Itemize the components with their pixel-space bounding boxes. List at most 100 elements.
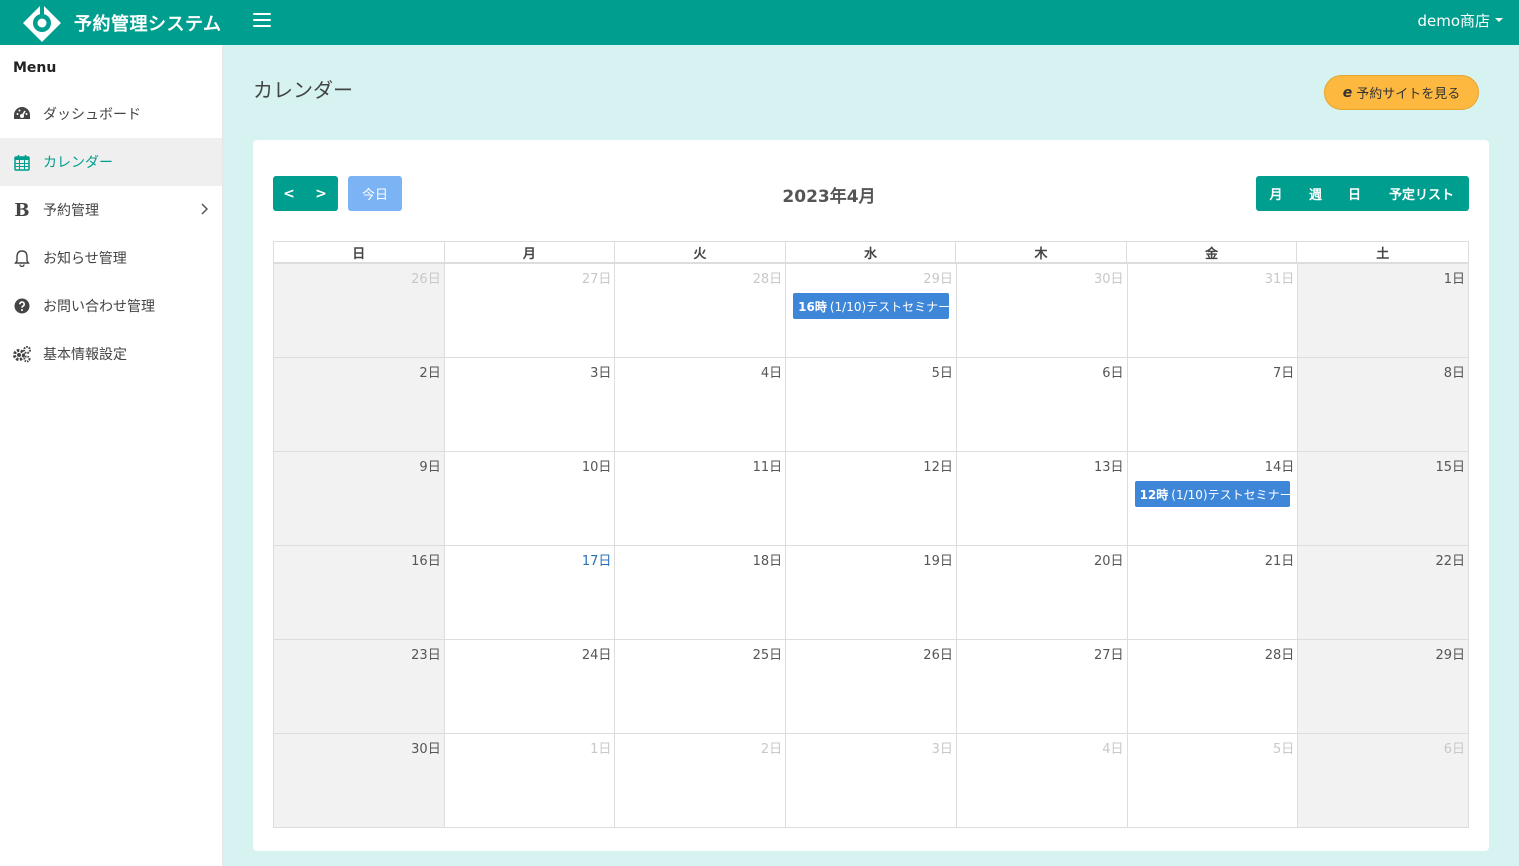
day-number[interactable]: 5日 xyxy=(1273,738,1294,757)
day-number[interactable]: 18日 xyxy=(753,550,783,569)
calendar-day-cell[interactable]: 19日 xyxy=(786,546,957,640)
day-number[interactable]: 26日 xyxy=(923,644,953,663)
calendar-day-cell[interactable]: 22日 xyxy=(1298,546,1469,640)
menu-toggle-icon[interactable] xyxy=(253,13,271,27)
day-number[interactable]: 3日 xyxy=(932,738,953,757)
calendar-day-cell[interactable]: 26日 xyxy=(786,640,957,734)
view-month-button[interactable]: 月 xyxy=(1256,176,1296,211)
view-week-button[interactable]: 週 xyxy=(1296,176,1335,211)
day-number[interactable]: 21日 xyxy=(1265,550,1295,569)
day-number[interactable]: 30日 xyxy=(1094,268,1124,287)
user-menu[interactable]: demo商店 xyxy=(1417,0,1503,40)
day-number[interactable]: 15日 xyxy=(1435,456,1465,475)
calendar-event[interactable]: 16時 (1/10)テストセミナー xyxy=(793,293,949,319)
calendar-day-cell[interactable]: 28日 xyxy=(615,264,787,358)
day-number[interactable]: 3日 xyxy=(590,362,611,381)
day-number[interactable]: 6日 xyxy=(1102,362,1123,381)
brand[interactable]: 予約管理システム xyxy=(22,0,221,45)
day-number[interactable]: 26日 xyxy=(411,268,441,287)
calendar-day-cell[interactable]: 3日 xyxy=(444,358,616,452)
calendar-event[interactable]: 12時 (1/10)テストセミナー xyxy=(1134,481,1291,507)
day-number[interactable]: 2日 xyxy=(419,362,440,381)
calendar-day-cell[interactable]: 29日 xyxy=(1298,640,1469,734)
sidebar-item-dashboard[interactable]: ダッシュボード xyxy=(0,90,222,138)
calendar-day-cell[interactable]: 29日 16時 (1/10)テストセミナー xyxy=(786,264,957,358)
day-number[interactable]: 11日 xyxy=(753,456,783,475)
view-day-button[interactable]: 日 xyxy=(1335,176,1374,211)
day-number[interactable]: 24日 xyxy=(582,644,612,663)
calendar-day-cell[interactable]: 31日 xyxy=(1127,264,1299,358)
day-number[interactable]: 27日 xyxy=(582,268,612,287)
calendar-day-cell[interactable]: 4日 xyxy=(615,358,787,452)
day-number[interactable]: 28日 xyxy=(1265,644,1295,663)
sidebar-item-reservations[interactable]: B 予約管理 xyxy=(0,186,222,234)
day-number[interactable]: 4日 xyxy=(1102,738,1123,757)
day-number[interactable]: 28日 xyxy=(753,268,783,287)
calendar-day-cell-today[interactable]: 17日 xyxy=(444,546,616,640)
day-number[interactable]: 23日 xyxy=(411,644,441,663)
day-number[interactable]: 19日 xyxy=(923,550,953,569)
calendar-day-cell[interactable]: 15日 xyxy=(1298,452,1469,546)
day-number[interactable]: 1日 xyxy=(1444,268,1465,287)
view-list-button[interactable]: 予定リスト xyxy=(1374,176,1469,211)
calendar-day-cell[interactable]: 20日 xyxy=(956,546,1128,640)
day-number[interactable]: 20日 xyxy=(1094,550,1124,569)
day-number[interactable]: 8日 xyxy=(1444,362,1465,381)
view-site-button[interactable]: e 予約サイトを見る xyxy=(1324,75,1479,110)
calendar-day-cell[interactable]: 30日 xyxy=(956,264,1128,358)
day-number[interactable]: 5日 xyxy=(932,362,953,381)
day-number[interactable]: 2日 xyxy=(761,738,782,757)
sidebar-item-inquiries[interactable]: お問い合わせ管理 xyxy=(0,282,222,330)
calendar-day-cell[interactable]: 1日 xyxy=(1298,264,1469,358)
day-number[interactable]: 7日 xyxy=(1273,362,1294,381)
calendar-day-cell[interactable]: 5日 xyxy=(1127,734,1299,828)
calendar-day-cell[interactable]: 27日 xyxy=(956,640,1128,734)
calendar-day-cell[interactable]: 26日 xyxy=(274,264,445,358)
calendar-day-cell[interactable]: 5日 xyxy=(786,358,957,452)
calendar-day-cell[interactable]: 1日 xyxy=(444,734,616,828)
calendar-day-cell[interactable]: 8日 xyxy=(1298,358,1469,452)
sidebar-item-settings[interactable]: 基本情報設定 xyxy=(0,330,222,378)
day-number[interactable]: 29日 xyxy=(923,268,953,287)
calendar-day-cell[interactable]: 10日 xyxy=(444,452,616,546)
sidebar-item-calendar[interactable]: カレンダー xyxy=(0,138,222,186)
day-number[interactable]: 17日 xyxy=(582,550,612,569)
calendar-day-cell[interactable]: 25日 xyxy=(615,640,787,734)
calendar-day-cell[interactable]: 18日 xyxy=(615,546,787,640)
calendar-day-cell[interactable]: 23日 xyxy=(274,640,445,734)
day-number[interactable]: 4日 xyxy=(761,362,782,381)
calendar-day-cell[interactable]: 9日 xyxy=(274,452,445,546)
calendar-day-cell[interactable]: 27日 xyxy=(444,264,616,358)
calendar-day-cell[interactable]: 6日 xyxy=(956,358,1128,452)
calendar-day-cell[interactable]: 24日 xyxy=(444,640,616,734)
calendar-day-cell[interactable]: 14日 12時 (1/10)テストセミナー xyxy=(1127,452,1299,546)
day-number[interactable]: 9日 xyxy=(419,456,440,475)
day-number[interactable]: 16日 xyxy=(411,550,441,569)
day-number[interactable]: 10日 xyxy=(582,456,612,475)
day-number[interactable]: 25日 xyxy=(753,644,783,663)
day-number[interactable]: 22日 xyxy=(1435,550,1465,569)
calendar-day-cell[interactable]: 30日 xyxy=(274,734,445,828)
calendar-day-cell[interactable]: 12日 xyxy=(786,452,957,546)
calendar-day-cell[interactable]: 21日 xyxy=(1127,546,1299,640)
calendar-day-cell[interactable]: 7日 xyxy=(1127,358,1299,452)
calendar-day-cell[interactable]: 6日 xyxy=(1298,734,1469,828)
day-number[interactable]: 6日 xyxy=(1444,738,1465,757)
day-number[interactable]: 27日 xyxy=(1094,644,1124,663)
calendar-day-cell[interactable]: 4日 xyxy=(956,734,1128,828)
day-number[interactable]: 1日 xyxy=(590,738,611,757)
calendar-day-cell[interactable]: 3日 xyxy=(786,734,957,828)
day-number[interactable]: 31日 xyxy=(1265,268,1295,287)
day-number[interactable]: 13日 xyxy=(1094,456,1124,475)
day-number[interactable]: 14日 xyxy=(1265,456,1295,475)
calendar-day-cell[interactable]: 13日 xyxy=(956,452,1128,546)
calendar-day-cell[interactable]: 2日 xyxy=(274,358,445,452)
calendar-day-cell[interactable]: 2日 xyxy=(615,734,787,828)
day-number[interactable]: 30日 xyxy=(411,738,441,757)
calendar-day-cell[interactable]: 28日 xyxy=(1127,640,1299,734)
day-number[interactable]: 12日 xyxy=(923,456,953,475)
calendar-day-cell[interactable]: 16日 xyxy=(274,546,445,640)
sidebar-item-notices[interactable]: お知らせ管理 xyxy=(0,234,222,282)
day-number[interactable]: 29日 xyxy=(1435,644,1465,663)
calendar-day-cell[interactable]: 11日 xyxy=(615,452,787,546)
